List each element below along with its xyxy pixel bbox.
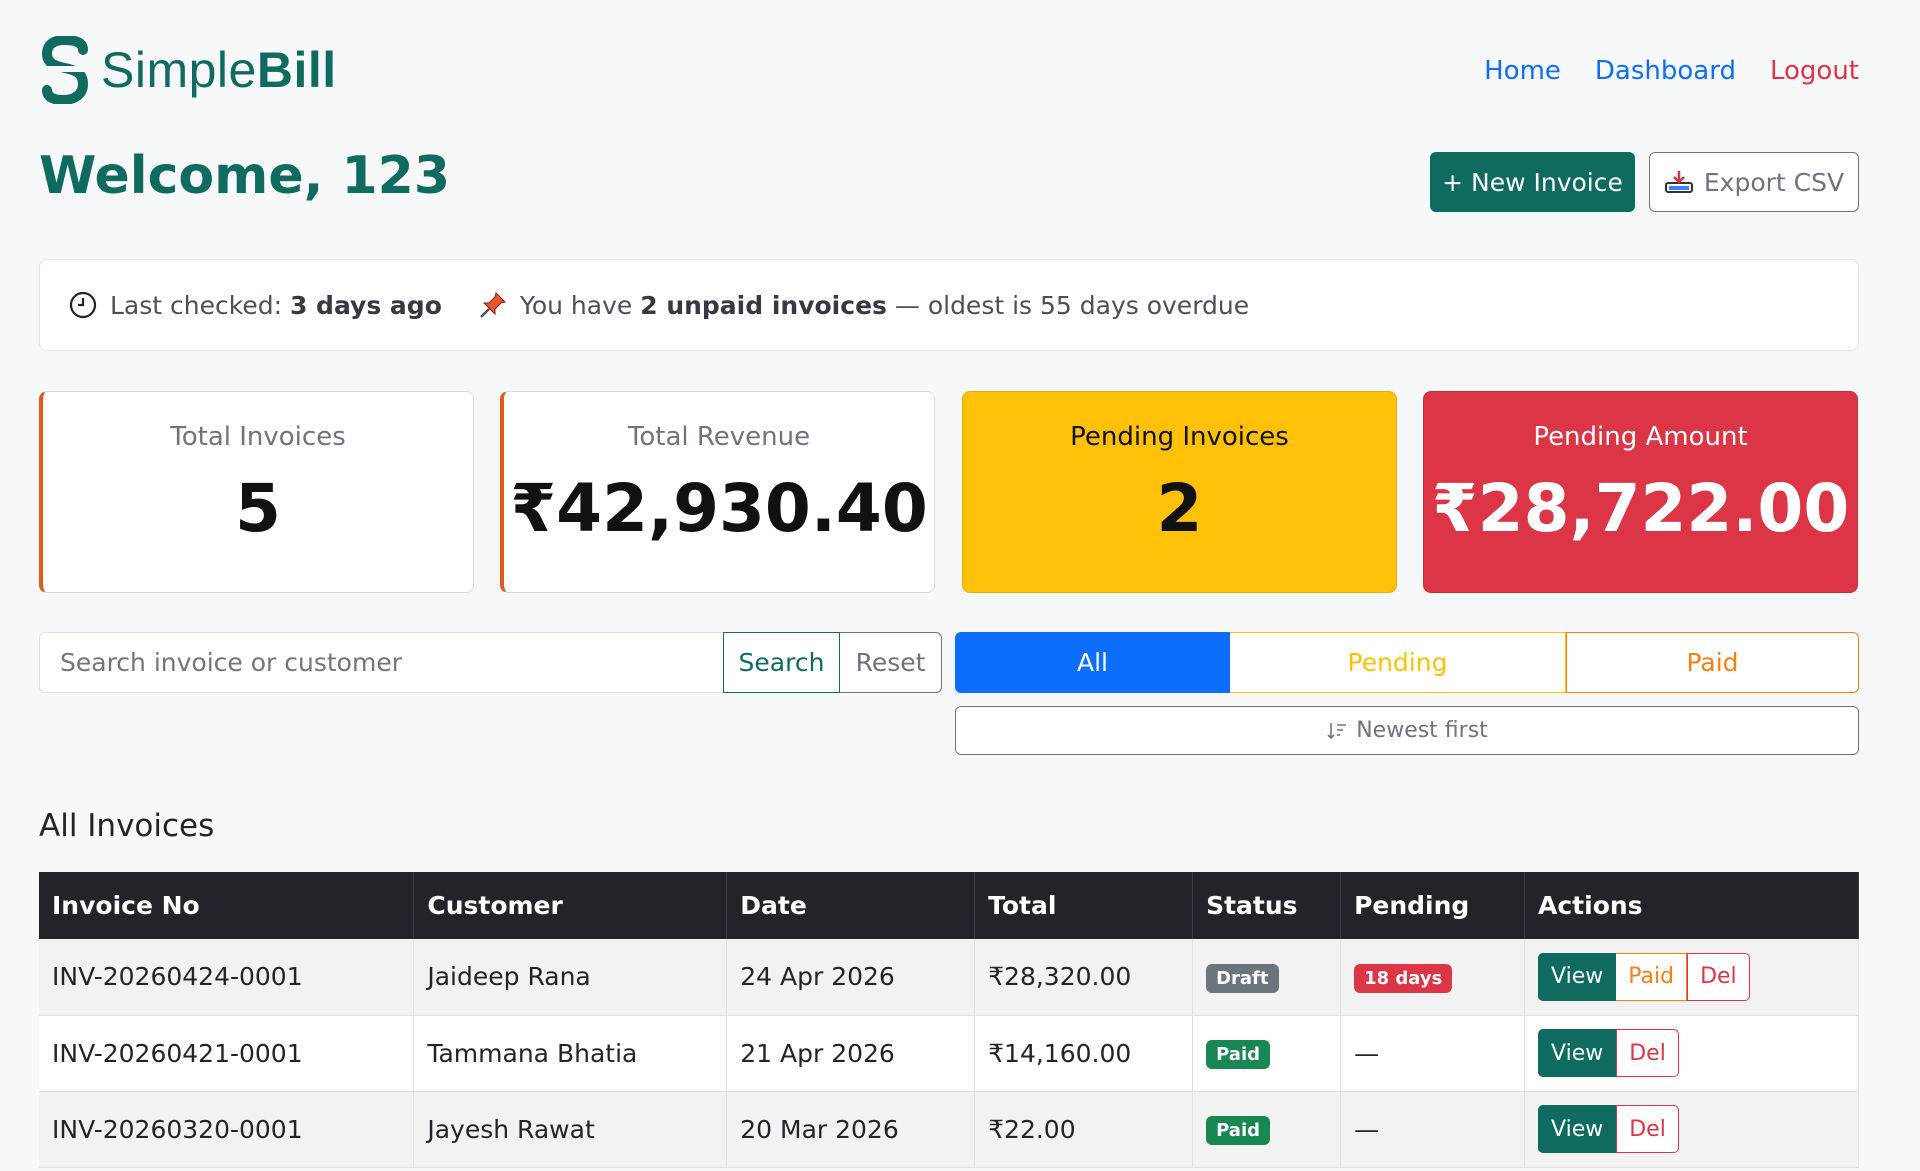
cell-actions: View Del (1524, 1091, 1859, 1168)
search-bar: Search Reset (39, 632, 942, 693)
filter-paid-button[interactable]: Paid (1566, 632, 1859, 693)
top-nav: Home Dashboard Logout (1484, 56, 1859, 86)
cell-status: Paid (1192, 1091, 1342, 1168)
col-total[interactable]: Total (974, 872, 1194, 939)
table-row: INV-20260421-0001 Tammana Bhatia 21 Apr … (39, 1015, 1859, 1092)
cell-actions: View Del (1524, 1015, 1859, 1092)
col-status[interactable]: Status (1192, 872, 1342, 939)
header: SimpleBill Home Dashboard Logout (39, 36, 1859, 108)
stat-label: Total Revenue (627, 422, 811, 452)
col-date[interactable]: Date (726, 872, 976, 939)
sort-label: Newest first (1356, 718, 1488, 743)
last-checked-value: 3 days ago (289, 290, 442, 320)
table-row: INV-20260320-0001 Jayesh Rawat 20 Mar 20… (39, 1091, 1859, 1168)
cell-status: Paid (1192, 1015, 1342, 1092)
status-badge: Draft (1206, 963, 1279, 993)
search-button[interactable]: Search (723, 632, 840, 693)
cell-customer: Jayesh Rawat (413, 1091, 728, 1168)
cell-status: Draft (1192, 939, 1342, 1016)
cell-customer: Jaideep Rana (413, 939, 728, 1016)
delete-button[interactable]: Del (1616, 1029, 1679, 1077)
col-customer[interactable]: Customer (413, 872, 728, 939)
cell-customer: Tammana Bhatia (413, 1015, 728, 1092)
cell-invoice-no: INV-20260424-0001 (39, 939, 415, 1016)
cell-pending: — (1340, 1091, 1526, 1168)
cell-pending: 18 days (1340, 939, 1526, 1016)
cell-total: ₹28,320.00 (974, 939, 1194, 1016)
delete-button[interactable]: Del (1687, 952, 1750, 1001)
row-actions: View Del (1538, 1029, 1679, 1077)
unpaid-count: 2 unpaid invoices (640, 290, 887, 320)
new-invoice-button[interactable]: + New Invoice (1430, 152, 1635, 212)
page-title: Welcome, 123 (39, 146, 450, 206)
invoices-table: Invoice No Customer Date Total Status Pe… (39, 872, 1859, 1168)
stat-card-pending-amount: Pending Amount ₹28,722.00 (1423, 391, 1858, 593)
reset-button[interactable]: Reset (840, 632, 942, 693)
stat-label: Pending Amount (1533, 422, 1748, 452)
stat-value: 2 (1156, 470, 1203, 547)
nav-dashboard-link[interactable]: Dashboard (1595, 56, 1736, 86)
stat-card-total-invoices: Total Invoices 5 (39, 391, 474, 593)
cell-total: ₹22.00 (974, 1091, 1194, 1168)
table-header-row: Invoice No Customer Date Total Status Pe… (39, 872, 1859, 939)
stat-value: ₹28,722.00 (1431, 470, 1850, 547)
status-notice: Last checked: 3 days ago You have 2 unpa… (39, 259, 1859, 351)
cell-invoice-no: INV-20260421-0001 (39, 1015, 415, 1092)
row-actions: View Paid Del (1538, 952, 1750, 1001)
stat-card-pending-invoices: Pending Invoices 2 (962, 391, 1397, 593)
stat-value: 5 (235, 470, 281, 547)
status-badge: Paid (1206, 1040, 1271, 1069)
section-title: All Invoices (39, 808, 215, 844)
stat-label: Total Invoices (170, 422, 346, 452)
sort-button[interactable]: Newest first (955, 706, 1859, 755)
clock-icon (68, 290, 98, 320)
view-button[interactable]: View (1538, 1029, 1617, 1077)
cell-invoice-no: INV-20260320-0001 (39, 1091, 415, 1168)
unpaid-suffix: — oldest is 55 days overdue (894, 290, 1250, 320)
cell-pending: — (1340, 1015, 1526, 1092)
status-filter-group: All Pending Paid (955, 632, 1859, 693)
nav-home-link[interactable]: Home (1484, 56, 1561, 86)
last-checked-label: Last checked: (110, 290, 282, 320)
filter-pending-button[interactable]: Pending (1230, 632, 1566, 693)
cell-total: ₹14,160.00 (974, 1015, 1194, 1092)
col-invoice-no[interactable]: Invoice No (39, 872, 415, 939)
nav-logout-link[interactable]: Logout (1770, 56, 1859, 86)
cell-actions: View Paid Del (1524, 939, 1859, 1016)
unpaid-prefix: You have (519, 290, 633, 320)
cell-date: 21 Apr 2026 (726, 1015, 976, 1092)
sort-descending-icon (1327, 722, 1347, 739)
col-pending[interactable]: Pending (1340, 872, 1526, 939)
cell-date: 20 Mar 2026 (726, 1091, 976, 1168)
pending-days-badge: 18 days (1354, 963, 1453, 993)
logo-s-icon (41, 36, 89, 104)
filter-all-button[interactable]: All (955, 632, 1230, 693)
stat-label: Pending Invoices (1070, 422, 1289, 452)
table-row: INV-20260424-0001 Jaideep Rana 24 Apr 20… (39, 939, 1859, 1016)
export-csv-button[interactable]: Export CSV (1649, 152, 1859, 212)
col-actions: Actions (1524, 872, 1859, 939)
export-csv-label: Export CSV (1703, 167, 1845, 197)
cell-date: 24 Apr 2026 (726, 939, 976, 1016)
status-badge: Paid (1206, 1116, 1271, 1145)
view-button[interactable]: View (1538, 1105, 1617, 1153)
row-actions: View Del (1538, 1105, 1679, 1153)
brand-name: SimpleBill (101, 42, 337, 98)
brand-logo[interactable]: SimpleBill (39, 36, 337, 104)
tray-download-icon (1664, 171, 1693, 193)
pushpin-icon (478, 290, 508, 320)
view-button[interactable]: View (1538, 952, 1617, 1001)
mark-paid-button[interactable]: Paid (1616, 952, 1688, 1001)
stat-card-total-revenue: Total Revenue ₹42,930.40 (500, 391, 935, 593)
stat-value: ₹42,930.40 (510, 470, 928, 547)
delete-button[interactable]: Del (1616, 1105, 1679, 1153)
search-input[interactable] (39, 632, 723, 693)
